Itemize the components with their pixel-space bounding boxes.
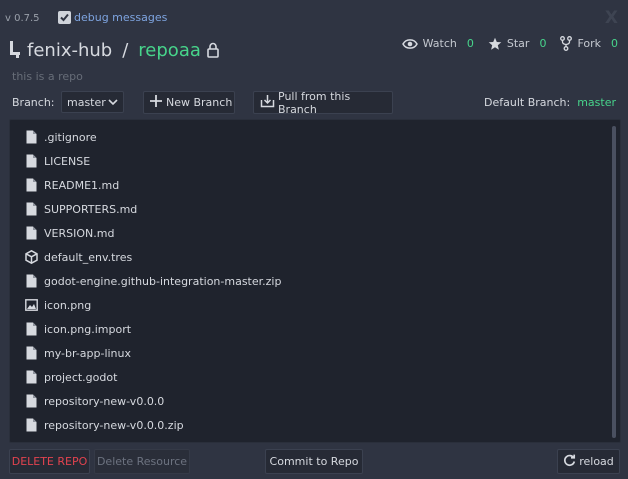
file-row[interactable]: icon.png xyxy=(24,293,281,317)
file-icon xyxy=(24,394,38,408)
branch-toolbar: Branch: master New Branch Pull from this… xyxy=(0,89,628,116)
default-branch-label: Default Branch: xyxy=(484,96,571,109)
reload-icon xyxy=(563,454,576,470)
branch-select-value: master xyxy=(67,95,106,109)
branch-select[interactable]: master xyxy=(61,91,124,113)
file-name: repository-new-v0.0.0 xyxy=(44,394,165,408)
file-name: icon.png.import xyxy=(44,322,132,336)
file-icon xyxy=(24,154,38,168)
repo-path-separator: / xyxy=(122,39,129,61)
file-name: README1.md xyxy=(44,178,120,192)
reload-label: reload xyxy=(579,455,614,468)
download-icon xyxy=(260,94,275,111)
close-button[interactable]: X xyxy=(605,8,618,28)
debug-messages-toggle[interactable]: debug messages xyxy=(58,11,167,24)
plus-icon xyxy=(149,94,163,111)
fork-icon xyxy=(560,36,573,51)
delete-repo-label: DELETE REPO xyxy=(11,455,88,468)
file-icon xyxy=(24,418,38,432)
file-name: default_env.tres xyxy=(44,250,133,264)
watch-label: Watch xyxy=(422,37,457,50)
default-branch-value: master xyxy=(577,96,616,109)
fork-count: 0 xyxy=(611,37,618,50)
repo-title: fenix-hub / repoaa xyxy=(9,38,219,62)
repo-description: this is a repo xyxy=(12,70,83,83)
repo-owner[interactable]: fenix-hub xyxy=(27,40,112,61)
new-branch-button[interactable]: New Branch xyxy=(143,91,235,114)
file-list: .gitignore LICENSE README1.md SUPPORTERS… xyxy=(24,125,281,437)
debug-checkbox[interactable] xyxy=(58,11,71,24)
top-bar: v 0.7.5 debug messages X xyxy=(0,0,628,32)
lock-icon xyxy=(207,42,219,58)
delete-resource-button[interactable]: Delete Resource xyxy=(94,449,190,474)
file-icon xyxy=(24,322,38,336)
bottom-toolbar: DELETE REPO Delete Resource Commit to Re… xyxy=(0,448,628,476)
file-icon xyxy=(24,226,38,240)
file-row[interactable]: VERSION.md xyxy=(24,221,281,245)
version-label: v 0.7.5 xyxy=(5,13,40,24)
pull-branch-label: Pull from this Branch xyxy=(278,89,351,116)
chevron-down-icon xyxy=(107,96,119,111)
file-name: godot-engine.github-integration-master.z… xyxy=(44,274,282,288)
repo-icon xyxy=(9,40,21,61)
file-row[interactable]: README1.md xyxy=(24,173,281,197)
image-icon xyxy=(24,298,38,312)
file-list-scrollbar[interactable] xyxy=(612,126,616,438)
watch-count: 0 xyxy=(466,37,474,50)
file-name: icon.png xyxy=(44,298,92,312)
file-row[interactable]: SUPPORTERS.md xyxy=(24,197,281,221)
commit-label: Commit to Repo xyxy=(269,455,359,468)
star-count: 0 xyxy=(539,37,547,50)
default-branch-info: Default Branch: master xyxy=(484,96,616,109)
file-row[interactable]: godot-engine.github-integration-master.z… xyxy=(24,269,281,293)
file-row[interactable]: icon.png.import xyxy=(24,317,281,341)
file-icon xyxy=(24,370,38,384)
fork-button[interactable]: Fork 0 xyxy=(560,36,618,51)
watch-button[interactable]: Watch 0 xyxy=(401,37,474,50)
file-name: VERSION.md xyxy=(44,226,115,240)
file-name: my-br-app-linux xyxy=(44,346,132,360)
branch-label: Branch: xyxy=(12,96,55,109)
file-name: repository-new-v0.0.0.zip xyxy=(44,418,184,432)
file-row[interactable]: my-br-app-linux xyxy=(24,341,281,365)
file-name: .gitignore xyxy=(44,130,97,144)
file-row[interactable]: repository-new-v0.0.0.zip xyxy=(24,413,281,437)
eye-icon xyxy=(401,38,418,49)
file-name: SUPPORTERS.md xyxy=(44,202,138,216)
new-branch-label: New Branch xyxy=(166,96,233,109)
resource-cube-icon xyxy=(24,250,38,264)
debug-messages-label[interactable]: debug messages xyxy=(74,11,167,24)
reload-button[interactable]: reload xyxy=(557,449,620,474)
pull-branch-button[interactable]: Pull from this Branch xyxy=(253,89,393,116)
file-icon xyxy=(24,346,38,360)
file-row[interactable]: default_env.tres xyxy=(24,245,281,269)
file-icon xyxy=(24,274,38,288)
file-name: LICENSE xyxy=(44,154,91,168)
delete-repo-button[interactable]: DELETE REPO xyxy=(9,449,90,474)
repo-name[interactable]: repoaa xyxy=(138,40,201,61)
file-icon xyxy=(24,130,38,144)
file-tree[interactable]: .gitignore LICENSE README1.md SUPPORTERS… xyxy=(9,119,621,443)
repo-stats: Watch 0 Star 0 Fork 0 xyxy=(401,36,618,51)
delete-resource-label: Delete Resource xyxy=(96,455,188,468)
star-button[interactable]: Star 0 xyxy=(488,37,547,51)
commit-button[interactable]: Commit to Repo xyxy=(265,449,363,474)
file-row[interactable]: project.godot xyxy=(24,365,281,389)
file-icon xyxy=(24,202,38,216)
file-row[interactable]: repository-new-v0.0.0 xyxy=(24,389,281,413)
checkmark-icon xyxy=(60,13,69,22)
fork-label: Fork xyxy=(577,37,601,50)
star-label: Star xyxy=(506,37,530,50)
star-icon xyxy=(488,37,502,50)
file-row[interactable]: LICENSE xyxy=(24,149,281,173)
file-row[interactable]: .gitignore xyxy=(24,125,281,149)
file-name: project.godot xyxy=(44,370,118,384)
file-icon xyxy=(24,178,38,192)
